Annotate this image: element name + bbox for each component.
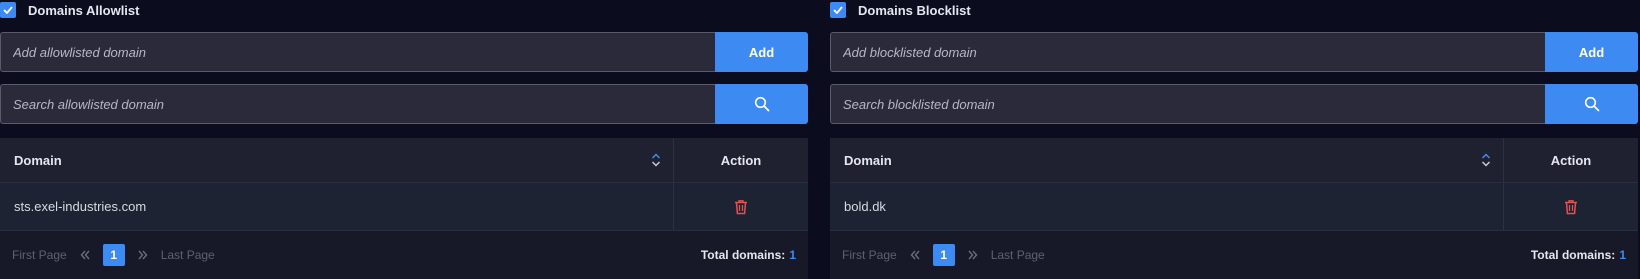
double-chevron-left-icon[interactable] [909,249,921,261]
column-label-domain: Domain [844,152,892,168]
action-cell [1504,183,1638,230]
allowlist-checkbox[interactable] [0,2,16,18]
last-page-link[interactable]: Last Page [161,248,215,262]
column-header-action: Action [1550,152,1592,168]
allowlist-table: Domain Action sts.exel-industries.com Fi… [0,138,808,279]
last-page-link[interactable]: Last Page [991,248,1045,262]
column-label-domain: Domain [14,152,62,168]
blocklist-checkbox[interactable] [830,2,846,18]
add-allowlisted-domain-input[interactable] [0,32,715,72]
total-domains-count: 1 [1619,248,1626,262]
allowlist-search-row [0,84,808,124]
blocklist-add-row: Add [830,32,1638,72]
blocklist-table: Domain Action bold.dk First Page 1 Last … [830,138,1638,279]
allowlist-title: Domains Allowlist [28,2,140,18]
first-page-link[interactable]: First Page [842,248,897,262]
checkmark-icon [3,6,13,14]
search-blocklisted-domain-input[interactable] [830,84,1545,124]
page-number-button[interactable]: 1 [102,244,125,266]
total-domains-count: 1 [789,248,796,262]
blocklist-search-row [830,84,1638,124]
column-header-domain[interactable]: Domain [830,138,1504,182]
sort-icon[interactable] [1481,152,1491,168]
double-chevron-left-icon[interactable] [79,249,91,261]
trash-icon[interactable] [1564,199,1578,215]
allowlist-header: Domains Allowlist [0,0,808,20]
allowlist-add-button[interactable]: Add [715,32,808,72]
allowlist-search-button[interactable] [715,84,808,124]
pagination: First Page 1 Last Page Total domains: 1 [830,231,1638,279]
allowlist-add-row: Add [0,32,808,72]
total-domains-label: Total domains: [1530,248,1616,262]
blocklist-panel: Domains Blocklist Add Domain [830,0,1638,279]
blocklist-title: Domains Blocklist [858,2,971,18]
sort-icon[interactable] [651,152,661,168]
total-domains: Total domains: 1 [1531,248,1626,262]
double-chevron-right-icon[interactable] [137,249,149,261]
search-icon [754,96,769,112]
double-chevron-right-icon[interactable] [967,249,979,261]
table-header: Domain Action [0,138,808,183]
column-header-action: Action [720,152,762,168]
blocklist-search-button[interactable] [1545,84,1638,124]
trash-icon[interactable] [734,199,748,215]
domain-cell: sts.exel-industries.com [0,183,674,230]
search-icon [1584,96,1599,112]
table-header: Domain Action [830,138,1638,183]
add-blocklisted-domain-input[interactable] [830,32,1545,72]
action-cell [674,183,808,230]
total-domains: Total domains: 1 [701,248,796,262]
blocklist-header: Domains Blocklist [830,0,1638,20]
table-row: bold.dk [830,183,1638,231]
domain-cell: bold.dk [830,183,1504,230]
allowlist-panel: Domains Allowlist Add Domain [0,0,808,279]
table-row: sts.exel-industries.com [0,183,808,231]
pagination: First Page 1 Last Page Total domains: 1 [0,231,808,279]
total-domains-label: Total domains: [700,248,786,262]
first-page-link[interactable]: First Page [12,248,67,262]
column-header-domain[interactable]: Domain [0,138,674,182]
page-number-button[interactable]: 1 [932,244,955,266]
blocklist-add-button[interactable]: Add [1545,32,1638,72]
search-allowlisted-domain-input[interactable] [0,84,715,124]
checkmark-icon [833,6,843,14]
